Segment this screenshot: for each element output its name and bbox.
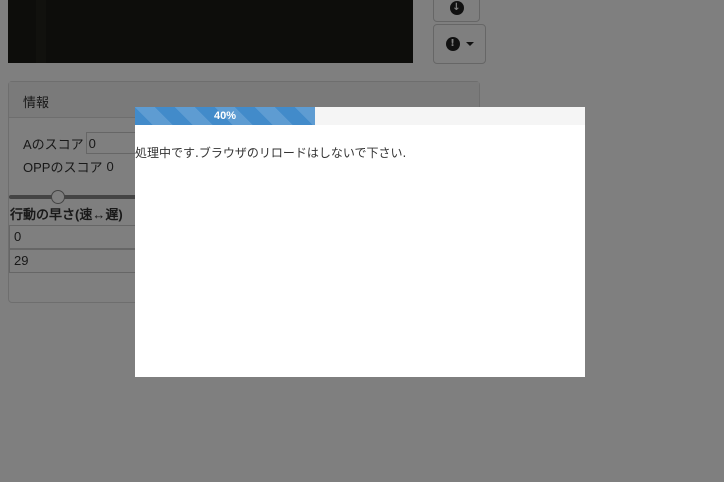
progress-track: 40% [135, 107, 585, 125]
processing-modal: 40% 処理中です.ブラウザのリロードはしないで下さい. [135, 107, 585, 377]
processing-message: 処理中です.ブラウザのリロードはしないで下さい. [135, 146, 407, 160]
progress-bar: 40% [135, 107, 315, 125]
